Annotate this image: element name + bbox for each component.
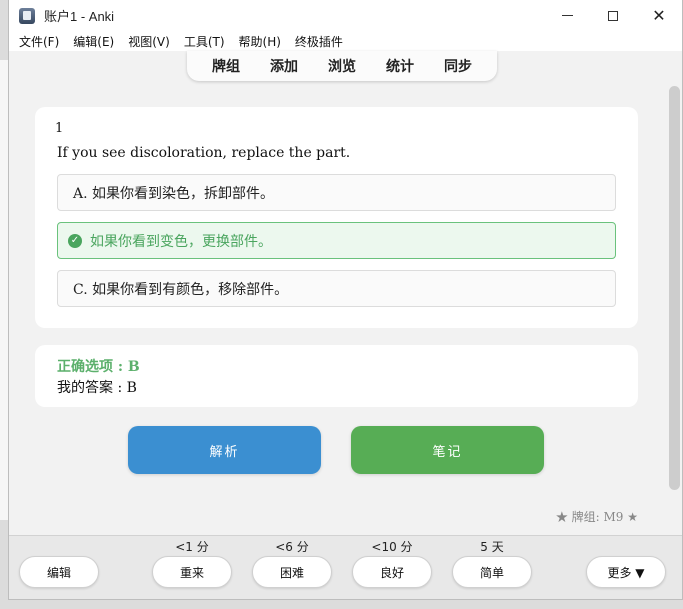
explain-button-label: 解析 [209, 444, 240, 460]
menu-ultimate-addon[interactable]: 终极插件 [295, 33, 343, 50]
toolbar-sync[interactable]: 同步 [444, 56, 472, 76]
interval-good: <10 分 [371, 540, 413, 554]
notes-button[interactable]: 笔记 [351, 426, 544, 474]
correct-answer-label: 正确选项 : B [57, 359, 140, 375]
background-window-edge [0, 60, 8, 520]
notes-button-label: 笔记 [432, 444, 463, 460]
menu-file[interactable]: 文件(F) [19, 33, 59, 50]
menu-help[interactable]: 帮助(H) [239, 33, 281, 50]
question-number: 1 [55, 121, 64, 136]
question-text: If you see discoloration, replace the pa… [57, 145, 351, 161]
title-bar[interactable]: 账户1 - Anki ✕ [9, 0, 682, 31]
question-card: 1 If you see discoloration, replace the … [35, 107, 638, 328]
again-button-label: 重来 [179, 565, 204, 580]
interval-hard: <6 分 [275, 540, 309, 554]
again-button[interactable]: 重来 [152, 556, 232, 588]
option-c-text: C. 如果你看到有颜色，移除部件。 [73, 281, 289, 298]
review-bottom-bar: 编辑 <1 分 重来 <6 分 困难 <10 分 良好 5 天 简单 更多 ▼ [9, 535, 682, 599]
menu-view[interactable]: 视图(V) [128, 33, 170, 50]
anki-app-icon [19, 7, 35, 24]
option-c[interactable]: C. 如果你看到有颜色，移除部件。 [57, 270, 616, 307]
good-button-label: 良好 [379, 565, 404, 580]
window-title: 账户1 - Anki [44, 9, 115, 24]
explain-button[interactable]: 解析 [128, 426, 321, 474]
interval-easy: 5 天 [480, 540, 504, 554]
toolbar-browse[interactable]: 浏览 [328, 56, 356, 76]
maximize-icon [608, 10, 618, 21]
answer-summary: 正确选项 : B 我的答案 : B [35, 345, 638, 407]
option-a[interactable]: A. 如果你看到染色，拆卸部件。 [57, 174, 616, 211]
interval-again: <1 分 [175, 540, 209, 554]
easy-button[interactable]: 简单 [452, 556, 532, 588]
toolbar-add[interactable]: 添加 [270, 56, 298, 76]
good-button[interactable]: 良好 [352, 556, 432, 588]
close-icon: ✕ [652, 5, 666, 25]
option-a-text: A. 如果你看到染色，拆卸部件。 [73, 185, 275, 202]
menu-edit[interactable]: 编辑(E) [73, 33, 114, 50]
vertical-scrollbar[interactable] [669, 86, 680, 490]
minimize-button[interactable] [544, 0, 590, 31]
main-toolbar: 牌组 添加 浏览 统计 同步 [187, 51, 497, 81]
edit-button[interactable]: 编辑 [19, 556, 99, 588]
maximize-button[interactable] [590, 0, 636, 31]
minimize-icon [561, 15, 573, 16]
more-button-label: 更多 ▼ [607, 565, 645, 580]
menu-bar: 文件(F) 编辑(E) 视图(V) 工具(T) 帮助(H) 终极插件 [9, 31, 682, 51]
edit-button-label: 编辑 [46, 565, 71, 580]
close-button[interactable]: ✕ [636, 0, 682, 31]
anki-window: 账户1 - Anki ✕ 文件(F) 编辑(E) 视图(V) 工具(T) 帮助(… [8, 0, 683, 600]
toolbar-decks[interactable]: 牌组 [212, 56, 240, 76]
easy-button-label: 简单 [479, 565, 504, 580]
hard-button[interactable]: 困难 [252, 556, 332, 588]
toolbar-stats[interactable]: 统计 [386, 56, 414, 76]
option-b-text: 如果你看到变色，更换部件。 [90, 233, 272, 250]
option-b-correct[interactable]: ✓ 如果你看到变色，更换部件。 [57, 222, 616, 259]
check-circle-icon: ✓ [68, 233, 82, 248]
hard-button-label: 困难 [279, 565, 304, 580]
my-answer-label: 我的答案 : B [57, 380, 137, 396]
deck-label: ★ 牌组: M9 ★ [555, 510, 638, 524]
toolbar-area: 牌组 添加 浏览 统计 同步 [9, 51, 682, 83]
more-button[interactable]: 更多 ▼ [586, 556, 666, 588]
menu-tools[interactable]: 工具(T) [184, 33, 225, 50]
